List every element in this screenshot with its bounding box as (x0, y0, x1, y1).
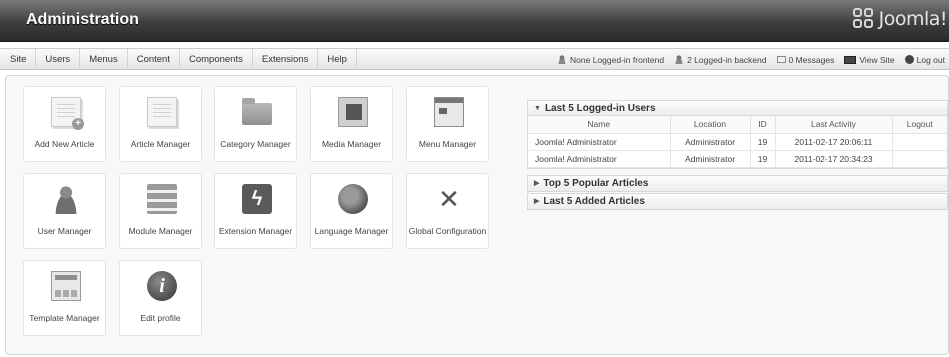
menu-help[interactable]: Help (318, 49, 357, 70)
category-manager-button[interactable]: Category Manager (214, 86, 297, 162)
extension-manager-button[interactable]: ϟ Extension Manager (214, 173, 297, 249)
backend-users-status: 2 Logged-in backend (674, 55, 767, 65)
location-cell: Administrator (670, 150, 751, 168)
logged-in-users-toggle[interactable]: ▼ Last 5 Logged-in Users (528, 101, 947, 116)
added-articles-toggle[interactable]: ▶ Last 5 Added Articles (528, 194, 947, 209)
table-row: Joomla! Administrator Administrator 19 2… (528, 150, 947, 168)
extension-icon: ϟ (242, 184, 272, 214)
user-icon (51, 184, 81, 214)
menu-users[interactable]: Users (36, 49, 81, 70)
language-manager-button[interactable]: Language Manager (310, 173, 393, 249)
chevron-down-icon: ▼ (534, 105, 541, 112)
folder-icon (242, 98, 272, 125)
media-icon (338, 97, 368, 127)
module-manager-button[interactable]: Module Manager (119, 173, 202, 249)
user-manager-button[interactable]: User Manager (23, 173, 106, 249)
id-cell: 19 (750, 133, 776, 151)
messages-link[interactable]: 0 Messages (776, 55, 834, 65)
monitor-icon (844, 55, 857, 64)
id-cell: 19 (750, 150, 776, 168)
logout-link[interactable]: Log out (904, 55, 945, 65)
module-icon (147, 184, 177, 214)
frontend-users-status: None Logged-in frontend (557, 55, 664, 65)
joomla-logo: Joomla! (852, 8, 948, 30)
article-manager-button[interactable]: Article Manager (119, 86, 202, 162)
article-icon (147, 97, 177, 127)
users-icon (557, 55, 568, 64)
column-header: Logout (892, 116, 947, 134)
template-icon (51, 271, 81, 301)
menu-extensions[interactable]: Extensions (253, 49, 319, 70)
admin-page: Administration Joomla! Site Users Menus … (0, 0, 949, 357)
last-activity-cell: 2011-02-17 20:34:23 (775, 150, 893, 168)
added-articles-module: ▶ Last 5 Added Articles (527, 193, 948, 210)
chevron-right-icon: ▶ (534, 198, 540, 205)
chevron-right-icon: ▶ (534, 180, 540, 187)
control-panel: + Add New Article Article Manager Catego… (5, 75, 949, 355)
globe-icon (338, 184, 368, 214)
column-header: Location (670, 116, 751, 134)
location-cell: Administrator (670, 133, 751, 151)
user-name-cell: Joomla! Administrator (528, 150, 671, 168)
menu-content[interactable]: Content (128, 49, 180, 70)
last-activity-cell: 2011-02-17 20:06:11 (775, 133, 893, 151)
media-manager-button[interactable]: Media Manager (310, 86, 393, 162)
global-configuration-button[interactable]: ✕ Global Configuration (406, 173, 489, 249)
tools-icon: ✕ (438, 184, 460, 214)
envelope-icon (776, 56, 786, 63)
logout-cell (892, 150, 947, 168)
logout-icon (904, 55, 914, 64)
menu-manager-button[interactable]: Menu Manager (406, 86, 489, 162)
logout-cell (892, 133, 947, 151)
menu-menus[interactable]: Menus (80, 49, 128, 70)
main-menu: Site Users Menus Content Components Exte… (0, 49, 357, 70)
popular-articles-module: ▶ Top 5 Popular Articles (527, 175, 948, 192)
edit-profile-button[interactable]: i Edit profile (119, 260, 202, 336)
table-row: Joomla! Administrator Administrator 19 2… (528, 133, 947, 151)
view-site-link[interactable]: View Site (844, 55, 895, 65)
menu-bar: Site Users Menus Content Components Exte… (0, 48, 949, 70)
logged-in-users-module: ▼ Last 5 Logged-in Users Name Location ID… (527, 100, 948, 169)
users-icon (674, 55, 685, 64)
status-bar: None Logged-in frontend 2 Logged-in back… (557, 49, 945, 70)
column-header: Last Activity (775, 116, 893, 134)
template-manager-button[interactable]: Template Manager (23, 260, 106, 336)
popular-articles-toggle[interactable]: ▶ Top 5 Popular Articles (528, 176, 947, 191)
header-bar: Administration Joomla! (0, 0, 949, 42)
page-title: Administration (26, 11, 139, 28)
user-name-cell: Joomla! Administrator (528, 133, 671, 151)
joomla-logo-icon (852, 8, 875, 30)
logo-text: Joomla! (878, 8, 948, 30)
info-icon: i (147, 271, 177, 301)
add-new-article-button[interactable]: + Add New Article (23, 86, 106, 162)
column-header: ID (750, 116, 776, 134)
logged-in-users-table: Name Location ID Last Activity Logout Jo… (528, 116, 947, 168)
menu-site[interactable]: Site (0, 49, 37, 70)
add-article-icon: + (51, 97, 84, 130)
menu-icon (434, 97, 464, 127)
menu-components[interactable]: Components (180, 49, 253, 70)
column-header: Name (528, 116, 671, 134)
